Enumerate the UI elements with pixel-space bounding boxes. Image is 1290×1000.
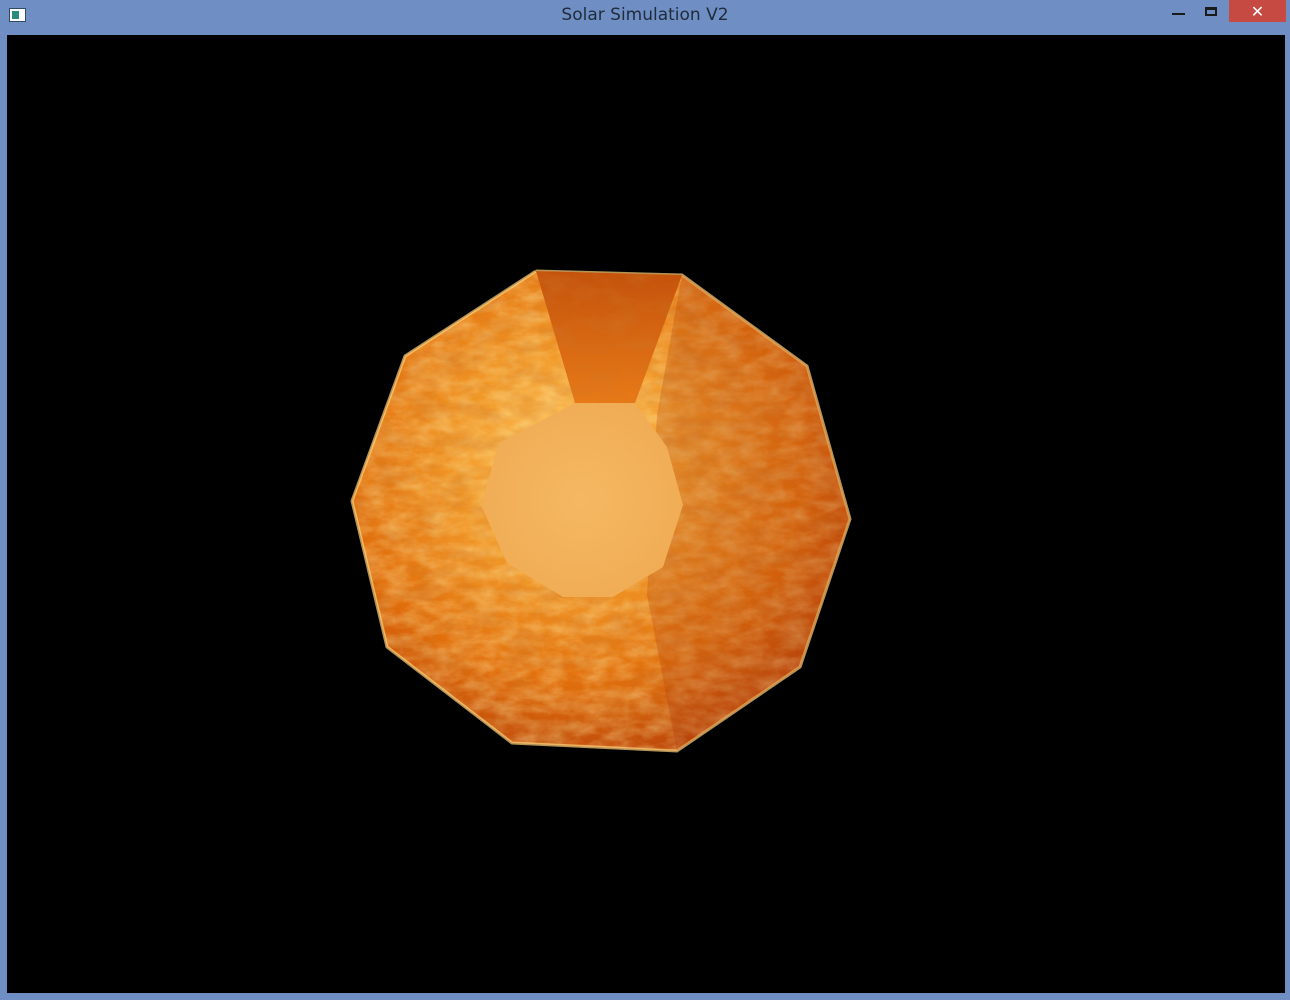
- maximize-icon: [1205, 6, 1217, 16]
- close-button[interactable]: ✕: [1229, 0, 1286, 22]
- render-viewport[interactable]: [7, 35, 1285, 993]
- maximize-button[interactable]: [1196, 0, 1226, 22]
- close-icon: ✕: [1250, 1, 1265, 21]
- sun-render: [350, 269, 852, 753]
- title-bar[interactable]: Solar Simulation V2 ✕: [0, 0, 1290, 33]
- app-window: Solar Simulation V2 ✕: [0, 0, 1290, 1000]
- window-title: Solar Simulation V2: [561, 5, 729, 25]
- minimize-button[interactable]: [1164, 0, 1192, 22]
- minimize-icon: [1171, 13, 1185, 15]
